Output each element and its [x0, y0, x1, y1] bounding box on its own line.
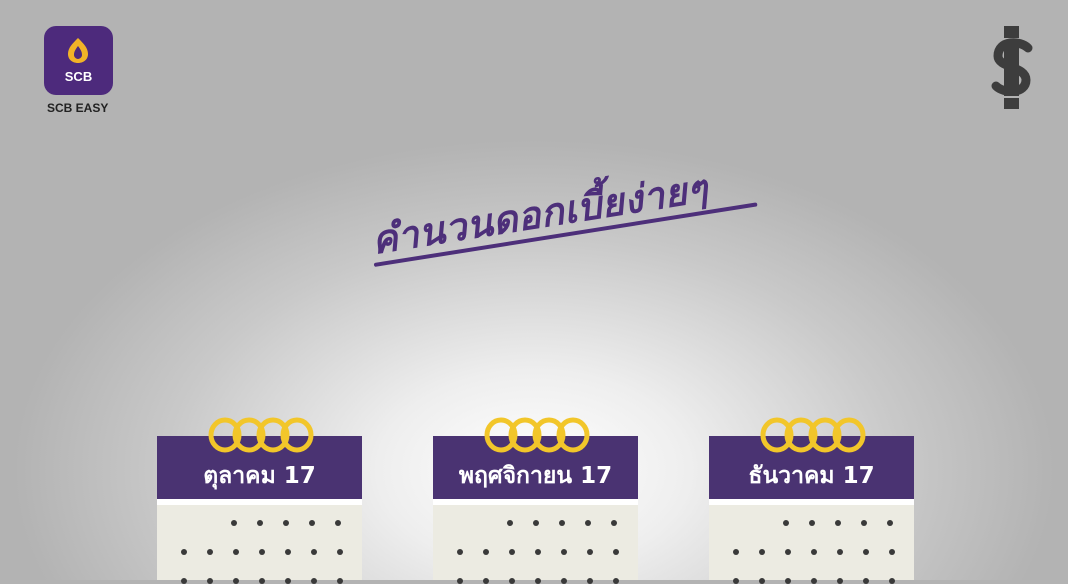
calendar-day-dot: [535, 578, 541, 584]
calendar-day-dot: [561, 549, 567, 555]
calendar-day-dot: [483, 578, 489, 584]
calendar-day-dot: [785, 578, 791, 584]
calendar-month-label: ตุลาคม 17: [203, 463, 316, 489]
calendar-day-dot: [509, 578, 515, 584]
calendar-day-dot: [309, 520, 315, 526]
calendar-day-dot: [207, 549, 213, 555]
calendar-day-dot: [231, 520, 237, 526]
calendar-day-dot: [259, 578, 265, 584]
calendar-day-dot: [507, 520, 513, 526]
calendar-day-dot: [809, 520, 815, 526]
calendar-day-dot: [613, 578, 619, 584]
calendar-body: [709, 499, 914, 584]
calendar-day-dot: [483, 549, 489, 555]
calendar-day-dot: [835, 520, 841, 526]
calendar-day-dot: [181, 578, 187, 584]
scb-easy-label: SCB EASY: [47, 101, 109, 115]
calendar-day-dot: [283, 520, 289, 526]
calendar-day-dot: [863, 578, 869, 584]
calendar-day-dot: [733, 578, 739, 584]
calendar-day-dot: [887, 520, 893, 526]
dollar-sign-icon: [991, 26, 1033, 109]
calendar-day-dot: [837, 578, 843, 584]
calendar-day-dot: [785, 549, 791, 555]
calendar-day-dot: [535, 549, 541, 555]
scb-app-logo: SCB: [44, 26, 114, 95]
calendar-day-dot: [783, 520, 789, 526]
calendar-body: [157, 499, 362, 584]
calendar-day-dot: [585, 520, 591, 526]
calendar-day-dot: [457, 549, 463, 555]
calendar-day-dot: [889, 549, 895, 555]
calendar-day-dot: [837, 549, 843, 555]
calendar-month-label: พฤศจิกายน 17: [458, 463, 613, 489]
calendar-day-dot: [811, 549, 817, 555]
calendar-day-dot: [285, 549, 291, 555]
calendar-day-dot: [559, 520, 565, 526]
calendar-body: [433, 499, 638, 584]
calendar-day-dot: [257, 520, 263, 526]
calendar-november: พฤศจิกายน 17: [433, 414, 638, 584]
calendar-day-dot: [863, 549, 869, 555]
calendar-day-dot: [285, 578, 291, 584]
calendar-day-dot: [311, 578, 317, 584]
calendar-day-dot: [509, 549, 515, 555]
calendar-day-dot: [337, 578, 343, 584]
calendar-day-dot: [233, 549, 239, 555]
calendar-day-dot: [259, 549, 265, 555]
headline: คำนวนดอกเบี้ยง่ายๆ: [368, 166, 711, 263]
calendar-day-dot: [613, 549, 619, 555]
calendar-day-dot: [337, 549, 343, 555]
calendar-rings: [484, 417, 590, 453]
calendar-rings: [760, 417, 866, 453]
calendar-day-dot: [587, 549, 593, 555]
scb-logo-text: SCB: [64, 69, 93, 84]
calendar-december: ธันวาคม 17: [709, 414, 914, 584]
calendar-day-dot: [181, 549, 187, 555]
calendar-day-dot: [811, 578, 817, 584]
scb-emblem-icon: [68, 38, 88, 63]
calendar-day-dot: [561, 578, 567, 584]
calendar-day-dot: [311, 549, 317, 555]
calendar-day-dot: [759, 549, 765, 555]
calendar-october: ตุลาคม 17: [157, 414, 362, 584]
calendar-day-dot: [335, 520, 341, 526]
calendar-day-dot: [587, 578, 593, 584]
calendar-day-dot: [759, 578, 765, 584]
calendar-rings: [208, 417, 314, 453]
scb-logo-box: SCB: [44, 26, 113, 95]
calendar-day-dot: [861, 520, 867, 526]
calendar-day-dot: [233, 578, 239, 584]
calendar-day-dot: [207, 578, 213, 584]
calendar-day-dot: [733, 549, 739, 555]
calendar-day-dot: [533, 520, 539, 526]
calendar-day-dot: [889, 578, 895, 584]
calendar-day-dot: [611, 520, 617, 526]
calendar-month-label: ธันวาคม 17: [748, 463, 875, 489]
calendar-day-dot: [457, 578, 463, 584]
